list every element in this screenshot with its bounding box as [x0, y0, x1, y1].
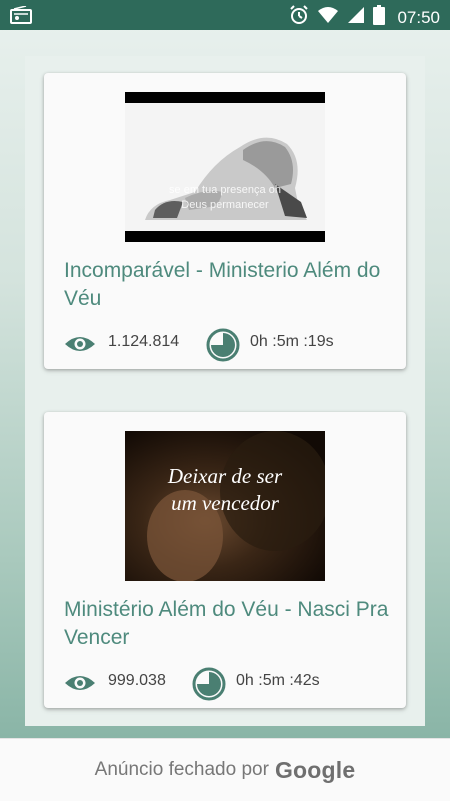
- view-count: 999.038: [108, 672, 166, 689]
- video-thumbnail[interactable]: Deixar de ser um vencedor: [125, 431, 325, 581]
- signal-icon: [347, 6, 365, 29]
- ad-closed-banner: Anúncio fechado por Google: [0, 738, 450, 801]
- thumbnail-caption: Deus permanecer: [181, 199, 269, 211]
- thumbnail-caption: um vencedor: [171, 491, 280, 515]
- thumbnail-caption: se em tua presença oh: [169, 184, 281, 196]
- alarm-icon: [289, 5, 309, 30]
- status-time: 07:50: [397, 7, 440, 27]
- video-duration: 0h :5m :19s: [250, 333, 334, 350]
- radio-icon: [10, 5, 32, 29]
- video-stats: 1.124.814 0h :5m :19s: [64, 327, 394, 362]
- eye-icon: [64, 333, 96, 360]
- google-logo: Google: [274, 756, 356, 783]
- eye-icon: [64, 672, 96, 699]
- wifi-icon: [317, 6, 339, 29]
- video-title[interactable]: Incomparável - Ministerio Além do Véu: [64, 257, 394, 313]
- video-card[interactable]: se em tua presença oh Deus permanecer In…: [44, 73, 406, 369]
- video-title[interactable]: Ministério Além do Véu - Nasci Pra Vence…: [64, 596, 394, 652]
- battery-icon: [373, 5, 386, 30]
- view-count: 1.124.814: [108, 333, 180, 350]
- clock-icon: [206, 328, 240, 367]
- video-stats: 999.038 0h :5m :42s: [64, 666, 394, 701]
- thumbnail-caption: Deixar de ser: [167, 464, 283, 488]
- video-duration: 0h :5m :42s: [236, 672, 320, 689]
- status-bar: 07:50: [0, 0, 450, 30]
- video-card[interactable]: Deixar de ser um vencedor Ministério Alé…: [44, 412, 406, 708]
- clock-icon: [192, 667, 226, 706]
- video-thumbnail[interactable]: se em tua presença oh Deus permanecer: [125, 92, 325, 242]
- ad-closed-text: Anúncio fechado por: [94, 759, 269, 780]
